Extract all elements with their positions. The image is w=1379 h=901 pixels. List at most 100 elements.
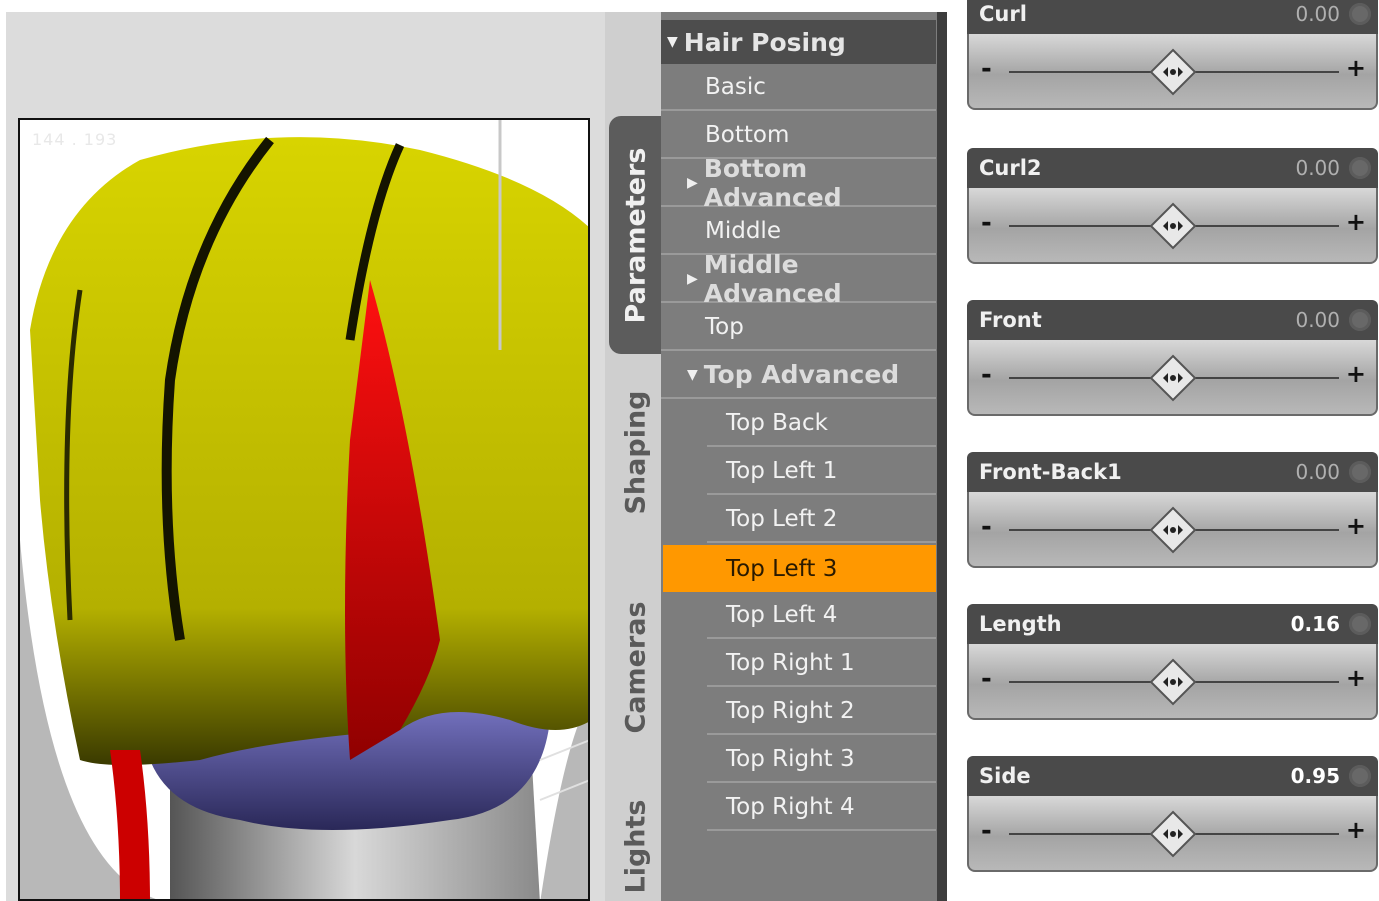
tab-cameras[interactable]: Cameras: [609, 592, 663, 742]
slider-track-area[interactable]: - +: [967, 188, 1378, 264]
slider-length: Length 0.16 - +: [967, 604, 1378, 722]
slider-label: Front-Back1: [979, 460, 1122, 484]
gear-icon[interactable]: [1349, 157, 1371, 179]
tree-item-label: Top: [705, 313, 744, 340]
slider-knob[interactable]: [1149, 202, 1197, 250]
slider-label: Front: [979, 308, 1042, 332]
slider-knob[interactable]: [1149, 658, 1197, 706]
tab-parameters-label: Parameters: [620, 147, 652, 323]
tree-item-label: Top Right 1: [726, 649, 855, 676]
tree-item-top-right-1[interactable]: Top Right 1: [707, 640, 936, 687]
slider-front: Front 0.00 - +: [967, 300, 1378, 418]
tree-item-top-right-3[interactable]: Top Right 3: [707, 736, 936, 783]
tree-item-label: Top Back: [726, 409, 828, 436]
gear-icon[interactable]: [1349, 765, 1371, 787]
increment-button[interactable]: +: [1346, 54, 1366, 82]
slider-label: Curl2: [979, 156, 1042, 180]
tree-item-top-back[interactable]: Top Back: [707, 400, 936, 447]
slider-label: Curl: [979, 2, 1027, 26]
slider-value[interactable]: 0.95: [1291, 756, 1340, 796]
gear-icon[interactable]: [1349, 309, 1371, 331]
tree-item-bottom[interactable]: Bottom: [661, 112, 936, 159]
tree-item-middle[interactable]: Middle: [661, 208, 936, 255]
slider-knob[interactable]: [1149, 48, 1197, 96]
tree-item-label: Top Right 2: [726, 697, 855, 724]
slider-track-area[interactable]: - +: [967, 340, 1378, 416]
gear-icon[interactable]: [1349, 3, 1371, 25]
tree-item-label: Top Advanced: [703, 360, 900, 389]
tree-item-top-left-3[interactable]: Top Left 3: [663, 545, 936, 592]
decrement-button[interactable]: -: [981, 54, 992, 84]
slider-track-area[interactable]: - +: [967, 492, 1378, 568]
tree-item-label: Middle Advanced: [703, 249, 842, 308]
tree-item-top-left-2[interactable]: Top Left 2: [707, 496, 936, 543]
viewport-coordinates: 144 . 193: [32, 130, 118, 149]
collapsed-arrow-icon: ▶: [687, 270, 698, 287]
collapsed-arrow-icon: ▶: [687, 174, 698, 191]
tree-item-top-right-4[interactable]: Top Right 4: [707, 784, 936, 831]
slider-value[interactable]: 0.00: [1295, 452, 1340, 492]
side-tab-bar: Parameters Shaping Cameras Lights: [605, 12, 663, 901]
decrement-button[interactable]: -: [981, 360, 992, 390]
gear-icon[interactable]: [1349, 461, 1371, 483]
tab-lights-label: Lights: [620, 799, 652, 894]
slider-track-area[interactable]: - +: [967, 644, 1378, 720]
increment-button[interactable]: +: [1346, 816, 1366, 844]
tree-item-label: Top Left 4: [726, 601, 838, 628]
decrement-button[interactable]: -: [981, 208, 992, 238]
tab-cameras-label: Cameras: [620, 600, 652, 734]
tree-item-top-advanced[interactable]: ▼ Top Advanced: [661, 352, 936, 399]
tree-item-label: Top Left 2: [726, 505, 838, 532]
slider-track-area[interactable]: - +: [967, 796, 1378, 872]
parameter-tree: ▼ Hair Posing Basic Bottom ▶ Bottom Advan…: [661, 12, 938, 901]
decrement-button[interactable]: -: [981, 512, 992, 542]
slider-knob[interactable]: [1149, 506, 1197, 554]
tree-scrollbar[interactable]: [937, 12, 947, 901]
tab-shaping[interactable]: Shaping: [609, 377, 663, 527]
expanded-arrow-icon: ▼: [687, 366, 698, 383]
tree-item-label: Top Right 3: [726, 745, 855, 772]
tree-item-label: Bottom: [705, 121, 790, 148]
tree-group-hair-posing[interactable]: ▼ Hair Posing: [661, 20, 936, 64]
increment-button[interactable]: +: [1346, 664, 1366, 692]
tree-item-middle-advanced[interactable]: ▶ Middle Advanced: [661, 250, 936, 308]
tree-item-label: Top Left 1: [726, 457, 838, 484]
tab-lights[interactable]: Lights: [609, 792, 663, 901]
expanded-arrow-icon: ▼: [667, 34, 678, 50]
slider-value[interactable]: 0.16: [1291, 604, 1340, 644]
tree-item-top-right-2[interactable]: Top Right 2: [707, 688, 936, 735]
slider-value[interactable]: 0.00: [1295, 0, 1340, 34]
tree-header-label: Hair Posing: [683, 27, 846, 57]
slider-value[interactable]: 0.00: [1295, 148, 1340, 188]
increment-button[interactable]: +: [1346, 208, 1366, 236]
decrement-button[interactable]: -: [981, 816, 992, 846]
hair-render: [20, 120, 588, 899]
tree-item-label: Middle: [705, 217, 781, 244]
slider-knob[interactable]: [1149, 810, 1197, 858]
tab-parameters[interactable]: Parameters: [609, 116, 663, 354]
tree-item-top[interactable]: Top: [661, 304, 936, 351]
slider-curl2: Curl2 0.00 - +: [967, 148, 1378, 266]
gear-icon[interactable]: [1349, 613, 1371, 635]
tree-item-top-left-1[interactable]: Top Left 1: [707, 448, 936, 495]
slider-front-back1: Front-Back1 0.00 - +: [967, 452, 1378, 570]
tree-item-top-left-4[interactable]: Top Left 4: [707, 592, 936, 639]
slider-curl: Curl 0.00 - +: [967, 0, 1378, 112]
hair-yellow-section: [30, 137, 588, 765]
slider-track-area[interactable]: - +: [967, 34, 1378, 110]
increment-button[interactable]: +: [1346, 360, 1366, 388]
increment-button[interactable]: +: [1346, 512, 1366, 540]
tree-item-label: Top Right 4: [726, 793, 855, 820]
slider-value[interactable]: 0.00: [1295, 300, 1340, 340]
slider-knob[interactable]: [1149, 354, 1197, 402]
tree-item-basic[interactable]: Basic: [661, 64, 936, 111]
tab-shaping-label: Shaping: [620, 389, 652, 515]
3d-viewport[interactable]: 144 . 193: [18, 118, 590, 901]
tree-item-label: Bottom Advanced: [703, 153, 842, 212]
slider-label: Side: [979, 764, 1031, 788]
decrement-button[interactable]: -: [981, 664, 992, 694]
tree-item-label: Top Left 3: [726, 555, 838, 582]
slider-side: Side 0.95 - +: [967, 756, 1378, 874]
tree-item-bottom-advanced[interactable]: ▶ Bottom Advanced: [661, 154, 936, 212]
tree-item-label: Basic: [705, 73, 766, 100]
